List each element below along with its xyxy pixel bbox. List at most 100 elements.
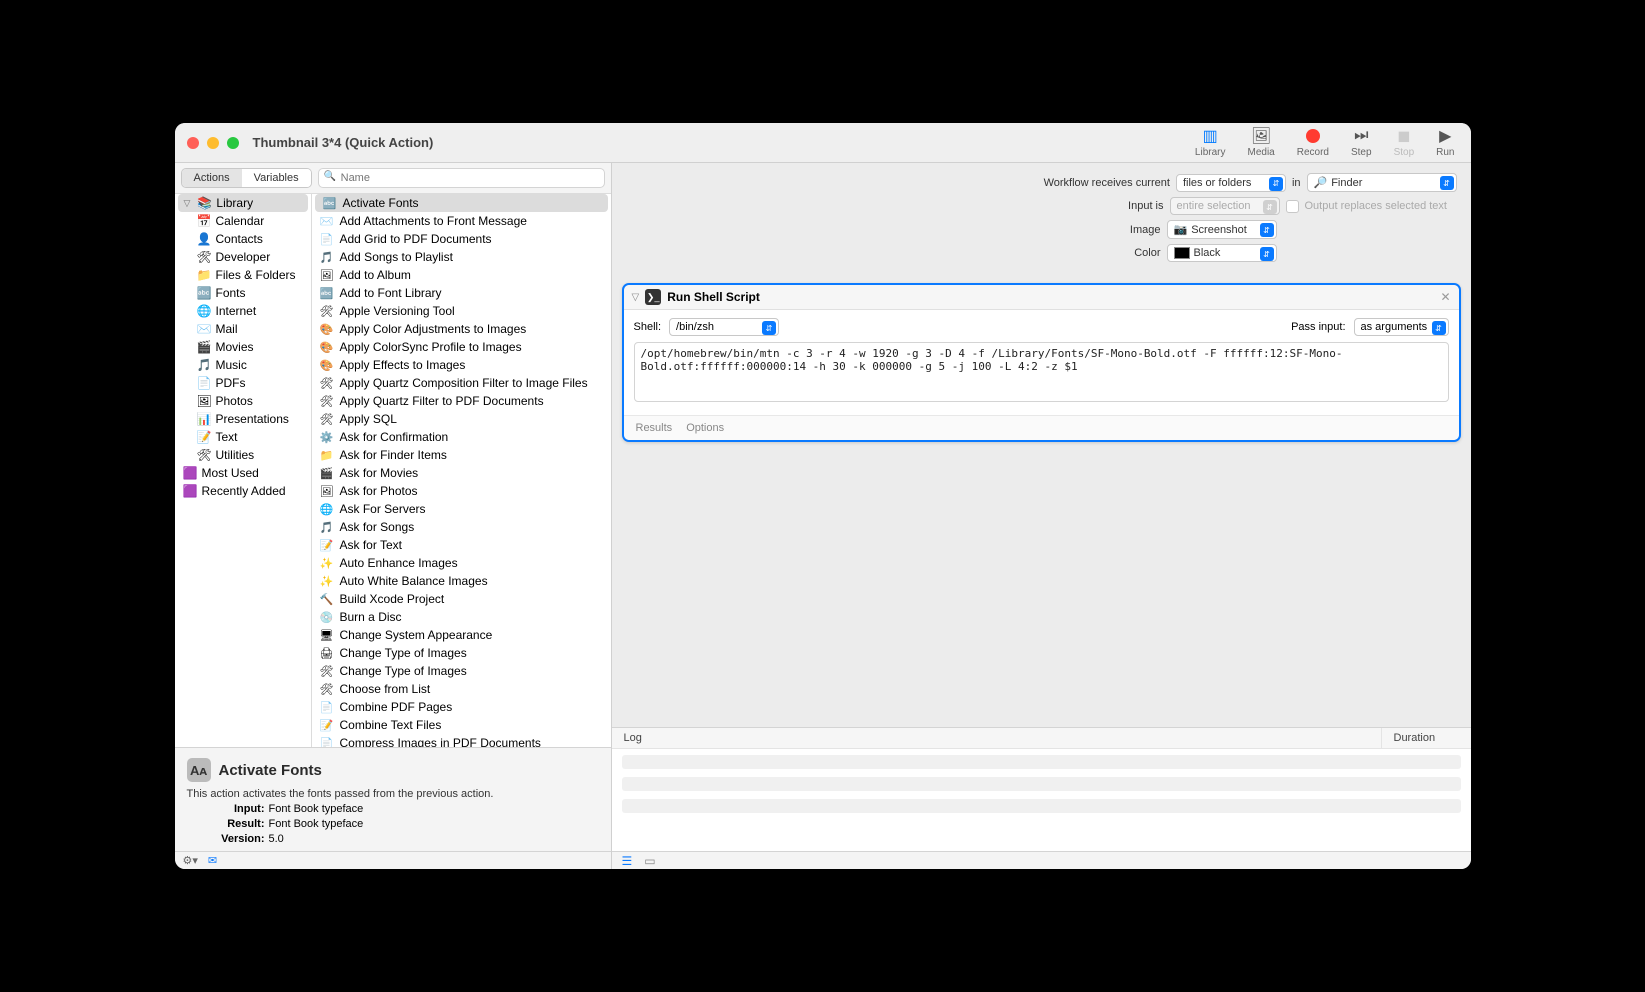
action-item[interactable]: 🖨Change Type of Images (312, 644, 611, 662)
action-item[interactable]: 💿Burn a Disc (312, 608, 611, 626)
output-replaces-checkbox (1286, 200, 1299, 213)
action-item[interactable]: 🎨Apply ColorSync Profile to Images (312, 338, 611, 356)
action-item[interactable]: 🖥Change System Appearance (312, 626, 611, 644)
category-icon: 🛠 (197, 250, 211, 264)
shell-script-textarea[interactable] (634, 342, 1449, 402)
action-item[interactable]: 🔤Add to Font Library (312, 284, 611, 302)
action-item[interactable]: ✨Auto Enhance Images (312, 554, 611, 572)
zoom-button[interactable] (227, 137, 239, 149)
action-icon: 🎬 (320, 467, 334, 480)
library-category[interactable]: ✉️Mail (175, 320, 311, 338)
library-category[interactable]: 👤Contacts (175, 230, 311, 248)
app-popup[interactable]: 🔎Finder⇵ (1307, 173, 1457, 192)
segment-actions[interactable]: Actions (182, 169, 242, 187)
color-label: Color (1134, 247, 1160, 259)
action-item[interactable]: 🎬Ask for Movies (312, 464, 611, 482)
library-smart-folder[interactable]: 🟪Recently Added (175, 482, 311, 500)
action-item[interactable]: 🛠Apply SQL (312, 410, 611, 428)
library-category[interactable]: 🌐Internet (175, 302, 311, 320)
library-header[interactable]: ▽ 📚 Library (178, 194, 308, 212)
color-popup[interactable]: Black⇵ (1167, 244, 1277, 262)
remove-action-button[interactable]: ✕ (1440, 290, 1450, 304)
library-category[interactable]: 📄PDFs (175, 374, 311, 392)
action-item[interactable]: ✨Auto White Balance Images (312, 572, 611, 590)
library-category[interactable]: 📊Presentations (175, 410, 311, 428)
action-item[interactable]: 📄Combine PDF Pages (312, 698, 611, 716)
flow-view-icon[interactable]: ▭ (644, 854, 655, 868)
toolbar-run-button[interactable]: ▶Run (1436, 127, 1454, 158)
actions-list[interactable]: 🔤Activate Fonts✉️Add Attachments to Fron… (312, 194, 611, 747)
action-header[interactable]: ▽ ❯_ Run Shell Script ✕ (624, 285, 1459, 310)
library-category[interactable]: 🛠Developer (175, 248, 311, 266)
toolbar-record-button[interactable]: Record (1297, 127, 1329, 158)
toolbar-library-button[interactable]: ▥Library (1195, 127, 1226, 158)
action-item[interactable]: ⚙️Ask for Confirmation (312, 428, 611, 446)
duration-column-header[interactable]: Duration (1381, 728, 1471, 748)
left-panel: Actions Variables ▽ 📚 Library 📅Calendar👤… (175, 163, 612, 869)
workflow-canvas[interactable]: ▽ ❯_ Run Shell Script ✕ Shell: /bin/zsh⇵… (612, 279, 1471, 727)
disclosure-triangle-icon[interactable]: ▽ (632, 292, 640, 303)
output-replaces-label: Output replaces selected text (1305, 200, 1457, 212)
action-item[interactable]: 🛠Apply Quartz Filter to PDF Documents (312, 392, 611, 410)
action-item[interactable]: 🌐Ask For Servers (312, 500, 611, 518)
minimize-button[interactable] (207, 137, 219, 149)
library-category[interactable]: 🎵Music (175, 356, 311, 374)
library-categories-list[interactable]: ▽ 📚 Library 📅Calendar👤Contacts🛠Developer… (175, 194, 312, 747)
disclosure-triangle-icon[interactable]: ▽ (184, 198, 191, 209)
action-item[interactable]: 🛠Change Type of Images (312, 662, 611, 680)
toolbar-step-button[interactable]: ⏭Step (1351, 127, 1372, 158)
library-category[interactable]: 🎬Movies (175, 338, 311, 356)
action-item[interactable]: ✉️Add Attachments to Front Message (312, 212, 611, 230)
action-item[interactable]: 🎵Add Songs to Playlist (312, 248, 611, 266)
library-category[interactable]: 🔤Fonts (175, 284, 311, 302)
library-category[interactable]: 🛠Utilities (175, 446, 311, 464)
log-column-header[interactable]: Log (612, 728, 1381, 748)
receives-popup[interactable]: files or folders⇵ (1176, 174, 1286, 192)
action-item[interactable]: 📄Compress Images in PDF Documents (312, 734, 611, 747)
shell-popup[interactable]: /bin/zsh⇵ (669, 318, 779, 336)
image-popup[interactable]: 📷Screenshot⇵ (1167, 220, 1277, 239)
search-input[interactable] (318, 168, 605, 188)
list-view-icon[interactable]: ☰ (622, 854, 633, 868)
library-category[interactable]: 📁Files & Folders (175, 266, 311, 284)
close-button[interactable] (187, 137, 199, 149)
action-icon: 🎵 (320, 521, 334, 534)
category-icon: 🎬 (197, 340, 211, 354)
action-item[interactable]: 📁Ask for Finder Items (312, 446, 611, 464)
category-icon: 🛠 (197, 448, 211, 462)
traffic-lights (187, 137, 239, 149)
mode-segmented-control[interactable]: Actions Variables (181, 168, 312, 188)
library-category[interactable]: 📅Calendar (175, 212, 311, 230)
action-item[interactable]: 🛠Apply Quartz Composition Filter to Imag… (312, 374, 611, 392)
action-item[interactable]: 🎨Apply Color Adjustments to Images (312, 320, 611, 338)
log-rows (612, 749, 1471, 851)
segment-variables[interactable]: Variables (242, 169, 311, 187)
toolbar-stop-button[interactable]: ◼Stop (1394, 127, 1415, 158)
category-icon: 📅 (197, 214, 211, 228)
library-smart-folder[interactable]: 🟪Most Used (175, 464, 311, 482)
action-item[interactable]: 🖼Ask for Photos (312, 482, 611, 500)
action-item[interactable]: 📝Combine Text Files (312, 716, 611, 734)
action-item[interactable]: 🎨Apply Effects to Images (312, 356, 611, 374)
toolbar-media-button[interactable]: 🖼Media (1247, 127, 1274, 158)
action-item[interactable]: 🖼Add to Album (312, 266, 611, 284)
library-category[interactable]: 📝Text (175, 428, 311, 446)
gear-icon[interactable]: ⚙︎▾ (183, 854, 198, 867)
action-item[interactable]: 📄Add Grid to PDF Documents (312, 230, 611, 248)
chevron-updown-icon: ⇵ (762, 321, 776, 335)
action-item[interactable]: 🛠Choose from List (312, 680, 611, 698)
action-item[interactable]: 🛠Apple Versioning Tool (312, 302, 611, 320)
workflow-config: Workflow receives current files or folde… (612, 163, 1471, 279)
options-tab[interactable]: Options (686, 422, 724, 434)
chevron-updown-icon: ⇵ (1263, 200, 1277, 214)
action-item[interactable]: 🔨Build Xcode Project (312, 590, 611, 608)
mail-icon[interactable]: ✉︎ (208, 854, 217, 867)
chevron-updown-icon: ⇵ (1432, 321, 1446, 335)
action-item[interactable]: 🔤Activate Fonts (315, 194, 608, 212)
library-category[interactable]: 🖼Photos (175, 392, 311, 410)
results-tab[interactable]: Results (636, 422, 673, 434)
search-field-wrapper (318, 168, 605, 188)
passinput-popup[interactable]: as arguments⇵ (1354, 318, 1449, 336)
action-item[interactable]: 🎵Ask for Songs (312, 518, 611, 536)
action-item[interactable]: 📝Ask for Text (312, 536, 611, 554)
